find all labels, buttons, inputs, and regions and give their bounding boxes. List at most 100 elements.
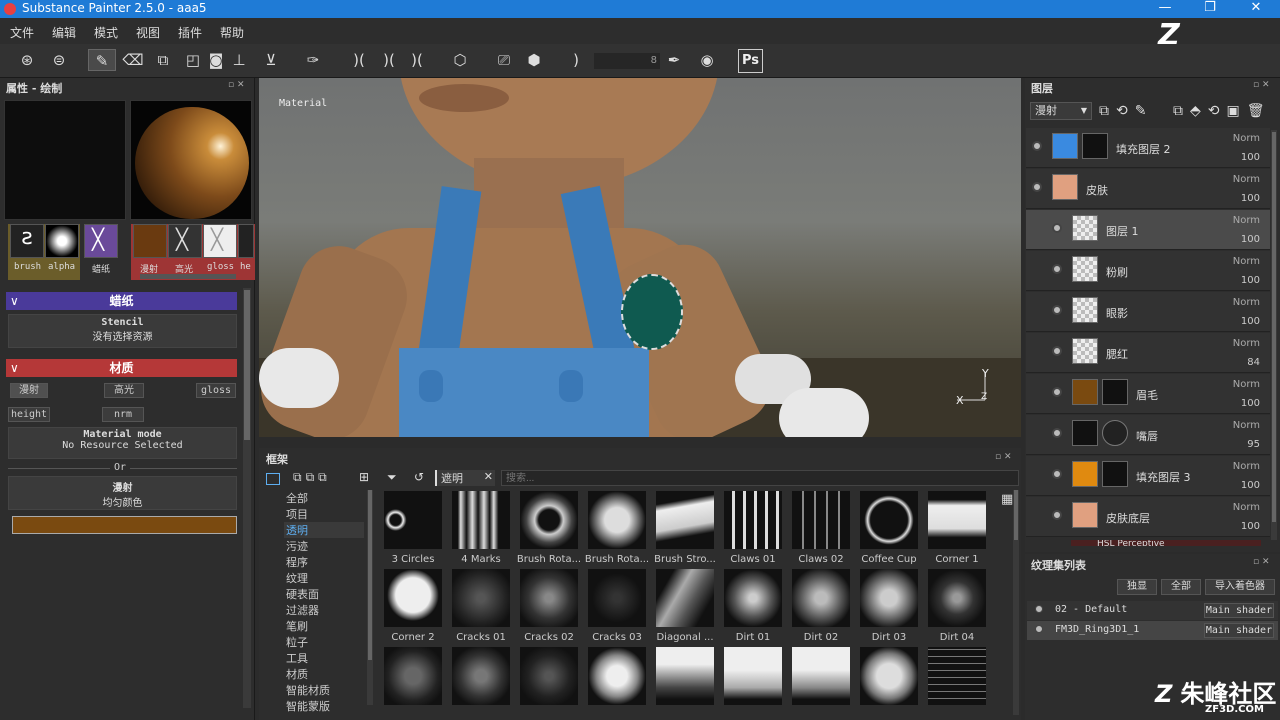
- visibility-eye-icon[interactable]: [1052, 510, 1062, 520]
- resource-thumbnail[interactable]: [928, 491, 986, 549]
- bracket-mid-icon[interactable]: )(: [378, 49, 400, 71]
- resource-thumbnail[interactable]: [384, 569, 442, 627]
- channel-normal-toggle[interactable]: nrm: [102, 407, 144, 422]
- texture-set-row[interactable]: FM3D_Ring3D1_1 Main shader: [1027, 621, 1278, 640]
- layer-row[interactable]: 图层 1 Norm 100: [1026, 210, 1270, 250]
- brush-thumb[interactable]: ꙅ: [10, 224, 44, 258]
- clone-icon[interactable]: ⊥: [228, 49, 250, 71]
- layer-opacity[interactable]: 100: [1241, 193, 1260, 204]
- import-shader-button[interactable]: 导入着色器: [1205, 579, 1275, 595]
- paint-brush-icon[interactable]: ✎: [88, 49, 116, 71]
- layer-thumbnail[interactable]: [1072, 461, 1098, 487]
- layer-blend-mode[interactable]: Norm: [1233, 420, 1260, 431]
- resource-thumbnail[interactable]: [724, 491, 782, 549]
- layer-row[interactable]: 眼影 Norm 100: [1026, 292, 1270, 332]
- visibility-eye-icon[interactable]: [1052, 305, 1062, 315]
- layer-row[interactable]: 腮红 Norm 84: [1026, 333, 1270, 373]
- layer-opacity[interactable]: 100: [1241, 521, 1260, 532]
- menu-plugins[interactable]: 插件: [178, 24, 202, 41]
- solo-button[interactable]: 独显: [1117, 579, 1157, 595]
- resource-thumbnail[interactable]: [520, 569, 578, 627]
- layer-blend-mode[interactable]: Norm: [1233, 338, 1260, 349]
- channel-blend-select[interactable]: 漫射 ▼: [1030, 102, 1092, 120]
- resource-thumbnail[interactable]: [384, 491, 442, 549]
- shader-select[interactable]: Main shader: [1204, 623, 1274, 638]
- visibility-eye-icon[interactable]: [1052, 223, 1062, 233]
- stamp-icon[interactable]: ⊻: [260, 49, 282, 71]
- lasso-icon[interactable]: ): [565, 49, 587, 71]
- layers-scrollbar[interactable]: [1271, 130, 1277, 540]
- material-mode-box[interactable]: Material mode No Resource Selected: [8, 427, 237, 459]
- visibility-eye-icon[interactable]: [1035, 605, 1043, 613]
- layer-row[interactable]: 填充图层 3 Norm 100: [1026, 456, 1270, 496]
- layer-blend-mode[interactable]: Norm: [1233, 461, 1260, 472]
- layer-opacity[interactable]: 84: [1247, 357, 1260, 368]
- photoshop-export-button[interactable]: Ps: [738, 49, 763, 73]
- diffuse-thumb[interactable]: [133, 224, 167, 258]
- layer-row[interactable]: 皮肤底层 Norm 100: [1026, 497, 1270, 537]
- height-thumb[interactable]: [238, 224, 254, 258]
- thumb-scrollbar[interactable]: [140, 274, 236, 279]
- menu-file[interactable]: 文件: [10, 24, 34, 41]
- layer-opacity[interactable]: 100: [1241, 152, 1260, 163]
- picker-icon[interactable]: ✑: [302, 49, 324, 71]
- visibility-eye-icon[interactable]: [1052, 428, 1062, 438]
- panel-float-icon[interactable]: ▫ ✕: [1253, 557, 1270, 567]
- resource-thumbnail[interactable]: [724, 569, 782, 627]
- visibility-eye-icon[interactable]: [1052, 387, 1062, 397]
- symmetry-icon[interactable]: ⊜: [48, 49, 70, 71]
- shader-select[interactable]: Main shader: [1204, 603, 1274, 618]
- layer-opacity[interactable]: 100: [1241, 316, 1260, 327]
- bracket-left-icon[interactable]: )(: [348, 49, 370, 71]
- gloss-thumb[interactable]: ╳: [203, 224, 237, 258]
- channel-height-toggle[interactable]: height: [8, 407, 50, 422]
- brush-size-field[interactable]: 8: [594, 53, 660, 69]
- close-button[interactable]: ✕: [1236, 0, 1276, 18]
- visibility-eye-icon[interactable]: [1052, 469, 1062, 479]
- specular-thumb[interactable]: ╳: [168, 224, 202, 258]
- resource-thumbnail[interactable]: [520, 491, 578, 549]
- diffuse-color-swatch[interactable]: [12, 516, 237, 534]
- layer-thumbnail[interactable]: [1072, 215, 1098, 241]
- layer-thumbnail[interactable]: [1072, 256, 1098, 282]
- menu-help[interactable]: 帮助: [220, 24, 244, 41]
- properties-scrollbar[interactable]: [243, 288, 251, 708]
- layer-blend-mode[interactable]: Norm: [1233, 256, 1260, 267]
- resource-thumbnail[interactable]: [792, 491, 850, 549]
- channel-diffuse-toggle[interactable]: 漫射: [10, 383, 48, 398]
- all-button[interactable]: 全部: [1161, 579, 1201, 595]
- resource-thumbnail[interactable]: [928, 569, 986, 627]
- projection-icon[interactable]: ⧉: [152, 49, 174, 71]
- resource-thumbnail[interactable]: [792, 569, 850, 627]
- layer-mask-thumbnail[interactable]: [1102, 461, 1128, 487]
- maximize-button[interactable]: ❐: [1190, 0, 1230, 18]
- layer-blend-mode[interactable]: Norm: [1233, 379, 1260, 390]
- layer-opacity[interactable]: 100: [1241, 398, 1260, 409]
- layer-effect-row[interactable]: HSL Perceptive: [1071, 540, 1261, 546]
- pen-pressure-icon[interactable]: ✒: [663, 49, 685, 71]
- minimize-button[interactable]: —: [1145, 0, 1185, 18]
- layer-row[interactable]: 填充图层 2 Norm 100: [1026, 128, 1270, 168]
- sync-icon[interactable]: ⊛: [16, 49, 38, 71]
- resource-thumbnail[interactable]: [656, 491, 714, 549]
- stencil-thumb[interactable]: ╳: [84, 224, 118, 258]
- layer-row[interactable]: 眉毛 Norm 100: [1026, 374, 1270, 414]
- layer-thumbnail[interactable]: [1052, 174, 1078, 200]
- 3d-viewport[interactable]: Material Y X Z: [259, 78, 1021, 437]
- visibility-eye-icon[interactable]: [1032, 182, 1042, 192]
- camera-icon[interactable]: ⎚: [493, 49, 515, 71]
- resource-thumbnail[interactable]: [860, 569, 918, 627]
- layer-thumbnail[interactable]: [1072, 502, 1098, 528]
- smudge-icon[interactable]: ◙: [205, 49, 227, 71]
- layer-thumbnail[interactable]: [1052, 133, 1078, 159]
- cube-icon[interactable]: ⬢: [523, 49, 545, 71]
- eraser-icon[interactable]: ⌫: [122, 49, 144, 71]
- menu-mode[interactable]: 模式: [94, 24, 118, 41]
- visibility-eye-icon[interactable]: [1035, 625, 1043, 633]
- resource-thumbnail[interactable]: [452, 569, 510, 627]
- resource-thumbnail[interactable]: [928, 647, 986, 705]
- menu-view[interactable]: 视图: [136, 24, 160, 41]
- resource-thumbnail[interactable]: [588, 647, 646, 705]
- layer-opacity[interactable]: 95: [1247, 439, 1260, 450]
- resource-thumbnail[interactable]: [384, 647, 442, 705]
